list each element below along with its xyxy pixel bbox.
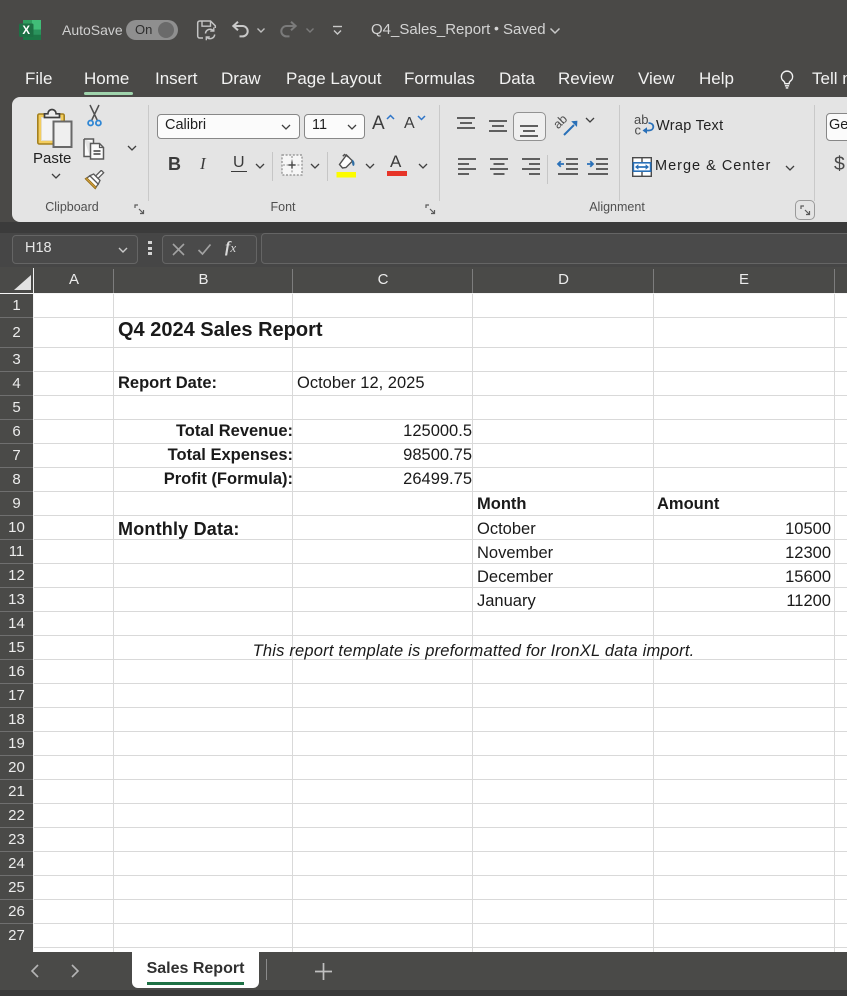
- svg-text:ab: ab: [554, 112, 570, 132]
- svg-text:X: X: [22, 25, 30, 37]
- svg-text:c: c: [635, 123, 642, 138]
